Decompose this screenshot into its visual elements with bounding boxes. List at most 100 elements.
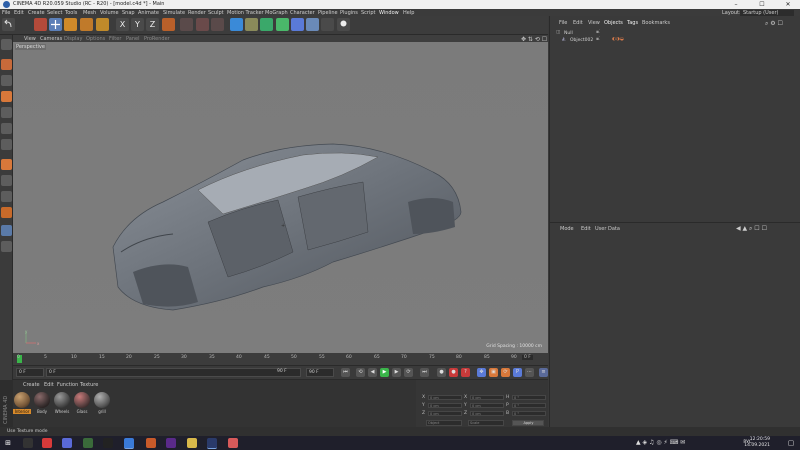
recent-tools-icon[interactable] — [96, 18, 109, 31]
model-mode-icon[interactable] — [1, 59, 12, 70]
next-key-icon[interactable]: ⟳ — [404, 368, 413, 377]
obs-icon[interactable] — [207, 438, 217, 449]
go-to-start-icon[interactable]: ⏮ — [341, 368, 350, 377]
next-frame-icon[interactable]: ▶ — [392, 368, 401, 377]
pen-icon[interactable] — [245, 18, 258, 31]
position-y-field[interactable]: 0 cm — [428, 403, 462, 408]
timeline-ruler[interactable]: 0 5 10 15 20 25 30 35 40 45 50 55 60 65 … — [13, 353, 548, 365]
go-to-end-icon[interactable]: ⏭ — [420, 368, 429, 377]
material-interior[interactable]: Interior — [13, 392, 31, 418]
key-rotation-icon[interactable]: ⟳ — [501, 368, 510, 377]
close-button[interactable]: ✕ — [778, 0, 798, 9]
perspective-viewport[interactable]: Perspective + y x Grid Spacing : 10000 c… — [13, 42, 548, 353]
premiere-icon[interactable] — [166, 438, 176, 448]
key-position-icon[interactable]: ✥ — [477, 368, 486, 377]
y-axis-lock-icon[interactable]: Y — [131, 18, 144, 31]
move-icon[interactable] — [49, 18, 62, 31]
material-menu-create[interactable]: Create — [23, 382, 40, 388]
attribute-menu-edit[interactable]: Edit — [581, 226, 591, 232]
enable-axis-icon[interactable] — [1, 159, 12, 170]
rotation-b-field[interactable]: 0 ° — [512, 411, 546, 416]
x-axis-lock-icon[interactable]: X — [116, 18, 129, 31]
clock[interactable]: 12:20:59 14.09.2021 — [744, 437, 770, 449]
steam-icon[interactable] — [103, 438, 113, 448]
object-row-null[interactable]: ◫ Null ▪⁚ — [556, 30, 800, 37]
scale-icon[interactable] — [64, 18, 77, 31]
workplane-icon[interactable] — [1, 91, 12, 102]
start-frame-field[interactable]: 0 F — [16, 368, 44, 377]
rotation-h-field[interactable]: 0 ° — [512, 395, 546, 400]
material-wheels[interactable]: Wheels — [53, 392, 71, 418]
current-frame-field[interactable]: 0 F — [522, 355, 533, 360]
record-active-icon[interactable]: ● — [437, 368, 446, 377]
undo-icon[interactable] — [2, 18, 15, 31]
deformer-icon[interactable] — [291, 18, 304, 31]
end-frame-field[interactable]: 90 F — [306, 368, 334, 377]
render-settings-icon[interactable] — [211, 18, 224, 31]
object-menu-edit[interactable]: Edit — [573, 20, 583, 26]
object-menu-bookmarks[interactable]: Bookmarks — [642, 20, 670, 26]
minimize-button[interactable]: – — [726, 0, 746, 9]
material-glass[interactable]: Glass — [73, 392, 91, 418]
task-view-icon[interactable] — [23, 438, 33, 448]
planar-workplane-icon[interactable] — [1, 241, 12, 252]
snap-icon[interactable] — [1, 207, 12, 218]
maximize-button[interactable]: ☐ — [752, 0, 772, 9]
key-scale-icon[interactable]: ▣ — [489, 368, 498, 377]
previous-key-icon[interactable]: ⟲ — [356, 368, 365, 377]
position-z-field[interactable]: 0 cm — [428, 411, 462, 416]
visibility-toggle-icon[interactable]: ▪⁚ — [596, 37, 600, 42]
blender-icon[interactable] — [146, 438, 156, 448]
apply-button[interactable]: Apply — [512, 420, 544, 426]
workplane-lock-icon[interactable] — [1, 225, 12, 236]
render-view-icon[interactable] — [180, 18, 193, 31]
visibility-toggle-icon[interactable]: ▪⁚ — [596, 30, 600, 35]
size-z-field[interactable]: 0 cm — [470, 411, 504, 416]
material-body[interactable]: Body — [33, 392, 51, 418]
edges-mode-icon[interactable] — [1, 123, 12, 134]
store-icon[interactable] — [62, 438, 72, 448]
object-row-object002[interactable]: ◭ Object002 ▪⁚ ◐◑◒ — [556, 37, 800, 44]
autokey-icon[interactable]: ● — [449, 368, 458, 377]
object-menu-view[interactable]: View — [588, 20, 600, 26]
telegram-icon[interactable] — [83, 438, 93, 448]
material-menu-texture[interactable]: Texture — [80, 382, 98, 388]
coordinate-mode-select[interactable]: Object — [426, 420, 462, 426]
texture-tag-icon[interactable]: ◐◑◒ — [612, 37, 624, 42]
make-editable-icon[interactable] — [1, 39, 12, 50]
keyframe-selection-icon[interactable]: ? — [461, 368, 470, 377]
notifications-icon[interactable]: ▢ — [786, 438, 796, 448]
render-picture-viewer-icon[interactable] — [196, 18, 209, 31]
material-menu-function[interactable]: Function — [57, 382, 78, 388]
key-parameter-icon[interactable]: P — [513, 368, 522, 377]
size-y-field[interactable]: 0 cm — [470, 403, 504, 408]
coordinate-system-icon[interactable] — [162, 18, 175, 31]
tray-icons[interactable]: ▲ ◈ ♫ ◎ ⚡ ⌨ ✉ — [636, 439, 685, 446]
attribute-navigation-icons[interactable]: ◀ ▲ ⌕ ☐ ☐ — [736, 225, 767, 233]
z-axis-lock-icon[interactable]: Z — [146, 18, 159, 31]
app-icon[interactable] — [228, 438, 238, 448]
previous-frame-icon[interactable]: ◀ — [368, 368, 377, 377]
texture-mode-icon[interactable] — [1, 75, 12, 86]
position-x-field[interactable]: 0 cm — [428, 395, 462, 400]
object-menu-tags[interactable]: Tags — [627, 20, 638, 26]
tweak-icon[interactable] — [1, 175, 12, 186]
timeline-window-icon[interactable]: ≡ — [539, 368, 548, 377]
size-x-field[interactable]: 0 cm — [470, 395, 504, 400]
rotate-icon[interactable] — [80, 18, 93, 31]
material-menu-edit[interactable]: Edit — [44, 382, 54, 388]
object-menu-file[interactable]: File — [559, 20, 567, 26]
attribute-menu-user-data[interactable]: User Data — [595, 226, 620, 232]
size-mode-select[interactable]: Scale — [468, 420, 504, 426]
polygons-mode-icon[interactable] — [1, 139, 12, 150]
light-icon[interactable] — [337, 18, 350, 31]
subdivision-icon[interactable] — [260, 18, 273, 31]
object-menu-objects[interactable]: Objects — [604, 20, 623, 26]
preview-range-slider[interactable]: 0 F — [46, 368, 301, 377]
key-pla-icon[interactable]: ⋯ — [525, 368, 534, 377]
object-manager-tools-icons[interactable]: ⌕ ⚙ ☐ — [765, 20, 783, 28]
array-icon[interactable] — [276, 18, 289, 31]
rotation-p-field[interactable]: 0 ° — [512, 403, 546, 408]
cinema4d-taskbar-icon[interactable] — [124, 438, 134, 449]
start-icon[interactable]: ⊞ — [3, 438, 13, 448]
